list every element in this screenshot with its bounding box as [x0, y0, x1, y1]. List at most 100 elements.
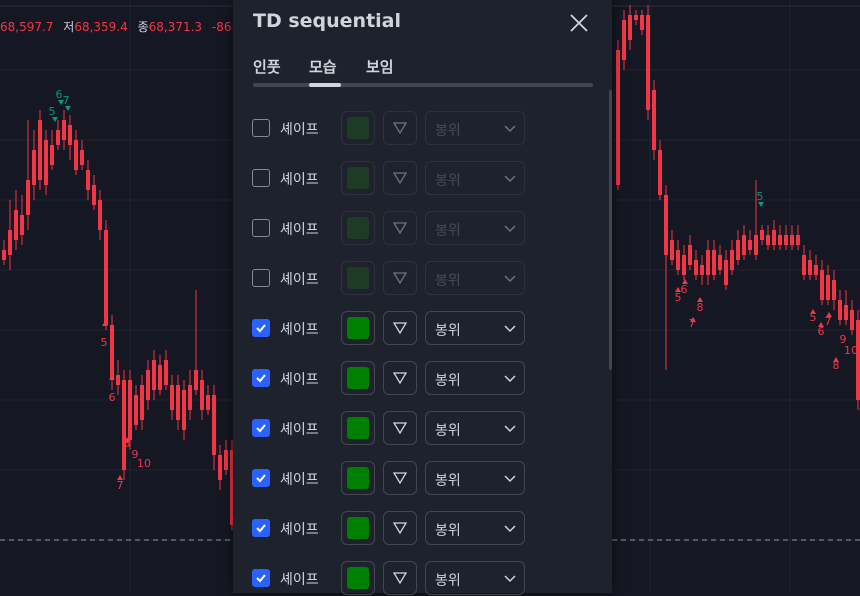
shape-label: 셰이프	[280, 472, 319, 488]
candle-body	[128, 380, 132, 440]
color-picker-button[interactable]	[341, 211, 375, 245]
close-value: 68,371.3	[148, 20, 203, 34]
td-marker	[758, 202, 764, 207]
candle-body	[844, 305, 848, 320]
indicator-settings-dialog: TD sequential 인풋 모습 보임 셰이프 봉위 셰이프 봉위 셰이프 봉위 셰이…	[233, 0, 612, 595]
tab-style[interactable]: 모습	[309, 56, 337, 77]
shape-label: 셰이프	[280, 122, 319, 138]
dialog-title: TD sequential	[253, 10, 402, 32]
shape-label: 셰이프	[280, 572, 319, 588]
shape-picker-button[interactable]	[383, 561, 417, 595]
td-marker	[65, 106, 71, 111]
location-select[interactable]: 봉위	[425, 261, 525, 295]
chevron-down-icon	[504, 475, 516, 483]
shape-row: 셰이프 봉위	[233, 260, 612, 296]
color-picker-button[interactable]	[341, 161, 375, 195]
candle-body	[68, 125, 72, 145]
shape-visible-checkbox[interactable]	[252, 469, 270, 487]
candle-body	[718, 255, 722, 270]
candle-body	[694, 260, 698, 275]
shape-visible-checkbox[interactable]	[252, 119, 270, 137]
location-value: 봉위	[435, 473, 461, 489]
candle-body	[766, 235, 770, 245]
shape-picker-button[interactable]	[383, 161, 417, 195]
location-value: 봉위	[435, 573, 461, 589]
shape-visible-checkbox[interactable]	[252, 519, 270, 537]
location-value: 봉위	[435, 273, 461, 289]
candle-body	[808, 260, 812, 275]
shape-label: 셰이프	[280, 222, 319, 238]
location-select[interactable]: 봉위	[425, 111, 525, 145]
shape-label: 셰이프	[280, 322, 319, 338]
location-value: 봉위	[435, 373, 461, 389]
candle-body	[706, 250, 710, 275]
shape-picker-button[interactable]	[383, 211, 417, 245]
triangle-down-icon	[393, 422, 407, 435]
color-picker-button[interactable]	[341, 261, 375, 295]
color-picker-button[interactable]	[341, 361, 375, 395]
chevron-down-icon	[504, 175, 516, 183]
candle-body	[86, 170, 90, 190]
shape-label: 셰이프	[280, 172, 319, 188]
candle-body	[164, 360, 168, 385]
candle-body	[736, 240, 740, 260]
close-button[interactable]	[566, 10, 592, 36]
location-select[interactable]: 봉위	[425, 411, 525, 445]
location-select[interactable]: 봉위	[425, 561, 525, 595]
color-swatch	[347, 167, 369, 189]
candle-body	[50, 145, 54, 165]
color-swatch	[347, 467, 369, 489]
candle-body	[628, 15, 632, 40]
shape-picker-button[interactable]	[383, 411, 417, 445]
location-select[interactable]: 봉위	[425, 461, 525, 495]
candle-body	[104, 230, 108, 325]
checkmark-icon	[256, 474, 266, 483]
candle-body	[182, 390, 186, 430]
shape-picker-button[interactable]	[383, 361, 417, 395]
color-picker-button[interactable]	[341, 311, 375, 345]
shape-visible-checkbox[interactable]	[252, 269, 270, 287]
chevron-down-icon	[504, 375, 516, 383]
location-select[interactable]: 봉위	[425, 511, 525, 545]
location-select[interactable]: 봉위	[425, 361, 525, 395]
dialog-scrollbar[interactable]	[609, 90, 612, 370]
shape-picker-button[interactable]	[383, 511, 417, 545]
tab-visibility[interactable]: 보임	[366, 56, 394, 77]
color-picker-button[interactable]	[341, 111, 375, 145]
candle-body	[146, 370, 150, 400]
checkmark-icon	[256, 324, 266, 333]
shape-picker-button[interactable]	[383, 261, 417, 295]
low-label: 저	[63, 20, 75, 34]
shape-visible-checkbox[interactable]	[252, 319, 270, 337]
shape-picker-button[interactable]	[383, 311, 417, 345]
shape-visible-checkbox[interactable]	[252, 369, 270, 387]
color-swatch	[347, 317, 369, 339]
candle-body	[56, 130, 60, 145]
candle-body	[2, 250, 6, 260]
location-select[interactable]: 봉위	[425, 161, 525, 195]
color-picker-button[interactable]	[341, 461, 375, 495]
candle-body	[224, 450, 228, 470]
color-picker-button[interactable]	[341, 511, 375, 545]
checkmark-icon	[256, 574, 266, 583]
color-picker-button[interactable]	[341, 411, 375, 445]
color-swatch	[347, 217, 369, 239]
tab-inputs[interactable]: 인풋	[253, 56, 281, 77]
shape-label: 셰이프	[280, 522, 319, 538]
triangle-down-icon	[393, 322, 407, 335]
shape-picker-button[interactable]	[383, 461, 417, 495]
location-select[interactable]: 봉위	[425, 211, 525, 245]
shape-visible-checkbox[interactable]	[252, 219, 270, 237]
color-picker-button[interactable]	[341, 561, 375, 595]
shape-visible-checkbox[interactable]	[252, 169, 270, 187]
shape-visible-checkbox[interactable]	[252, 419, 270, 437]
candle-body	[80, 150, 84, 165]
shape-picker-button[interactable]	[383, 111, 417, 145]
shape-row: 셰이프 봉위	[233, 460, 612, 496]
shape-visible-checkbox[interactable]	[252, 569, 270, 587]
location-select[interactable]: 봉위	[425, 311, 525, 345]
candle-body	[170, 385, 174, 410]
td-count-label: 6	[681, 283, 688, 296]
triangle-down-icon	[393, 572, 407, 585]
candle-body	[188, 385, 192, 410]
